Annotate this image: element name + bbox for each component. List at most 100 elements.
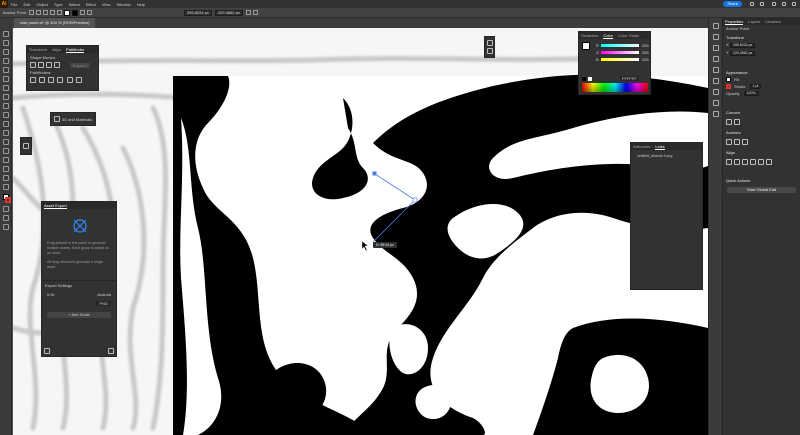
anchor-point[interactable] <box>372 171 377 176</box>
channel-b-value[interactable]: 255 <box>642 57 652 62</box>
menu-view[interactable]: View <box>99 2 114 7</box>
menu-select[interactable]: Select <box>66 2 83 7</box>
draw-mode-icon[interactable] <box>2 206 9 212</box>
start-global-edit-button[interactable]: Start Global Edit <box>727 187 796 193</box>
tab-swatches[interactable]: Swatches <box>581 33 598 38</box>
menu-object[interactable]: Object <box>33 2 51 7</box>
convert-smooth-icon[interactable] <box>734 119 740 125</box>
exclude-icon[interactable] <box>54 62 60 68</box>
isolate-icon[interactable] <box>245 10 251 15</box>
outline-icon[interactable] <box>66 77 73 83</box>
edit-toolbar-icon[interactable] <box>2 224 9 230</box>
menu-window[interactable]: Window <box>113 2 133 7</box>
align-right-icon[interactable] <box>742 159 748 165</box>
anchor-point[interactable] <box>412 197 418 203</box>
channel-r-value[interactable]: 255 <box>642 43 652 48</box>
align-center-icon[interactable] <box>487 48 493 54</box>
tab-layers[interactable]: Layers <box>748 19 760 24</box>
channel-g-slider[interactable] <box>601 51 639 54</box>
stroke-weight-field[interactable]: 1 pt <box>749 84 762 89</box>
crop-icon[interactable] <box>57 77 64 83</box>
export-settings-icon[interactable] <box>44 348 50 354</box>
arrange-icon[interactable] <box>252 10 258 15</box>
layers-icon[interactable] <box>712 34 719 40</box>
curvature-tool-icon[interactable] <box>2 58 9 64</box>
floating-mini-panel[interactable] <box>484 36 495 58</box>
minus-front-icon[interactable] <box>38 62 44 68</box>
hex-field[interactable]: FFFFFF <box>620 76 639 81</box>
remove-anchor-icon[interactable] <box>49 10 55 15</box>
appearance-stroke-swatch[interactable] <box>726 84 731 89</box>
align-left-icon[interactable] <box>487 40 493 46</box>
properties-icon[interactable] <box>712 23 719 29</box>
workspace-icon[interactable] <box>760 2 764 6</box>
eraser-tool-icon[interactable] <box>2 112 9 118</box>
transparency-icon[interactable] <box>712 111 719 117</box>
gradient-icon[interactable] <box>712 100 719 106</box>
search-icon[interactable] <box>750 2 754 6</box>
expand-button[interactable]: Expand <box>70 62 90 68</box>
tab-artboards[interactable]: Artboards <box>633 144 650 149</box>
minimize-icon[interactable] <box>772 2 776 6</box>
tab-libraries[interactable]: Libraries <box>765 19 780 24</box>
gradient-tool-icon[interactable] <box>2 157 9 163</box>
swatches-icon[interactable] <box>712 56 719 62</box>
menu-help[interactable]: Help <box>134 2 148 7</box>
rectangle-tool-icon[interactable] <box>2 85 9 91</box>
pencil-tool-icon[interactable] <box>2 103 9 109</box>
stroke-icon[interactable] <box>712 89 719 95</box>
document-tab[interactable]: side panel.ai* @ 400 % (RGB/Preview) <box>14 18 96 28</box>
maximize-icon[interactable] <box>782 2 786 6</box>
tab-align[interactable]: Align <box>52 47 61 52</box>
eyedropper-tool-icon[interactable] <box>2 166 9 172</box>
tab-links[interactable]: Links <box>655 144 665 150</box>
close-icon[interactable] <box>792 2 796 6</box>
channel-g-value[interactable]: 255 <box>642 50 652 55</box>
merge-icon[interactable] <box>48 77 55 83</box>
brushes-icon[interactable] <box>712 67 719 73</box>
remove-anchor-icon[interactable] <box>726 139 732 145</box>
export-settings-label[interactable]: Export Settings <box>42 280 116 290</box>
menu-type[interactable]: Type <box>51 2 66 7</box>
stroke-swatch[interactable] <box>71 9 78 16</box>
zoom-tool-icon[interactable] <box>2 184 9 190</box>
add-scale-button[interactable]: + Add Scale <box>47 312 111 318</box>
link-item[interactable]: Untitled_Artwork 9.png <box>631 150 702 162</box>
align-hcenter-icon[interactable] <box>734 159 740 165</box>
scale-value[interactable]: 0.5x <box>47 292 55 297</box>
width-tool-icon[interactable] <box>2 139 9 145</box>
unite-icon[interactable] <box>30 62 36 68</box>
scale-tool-icon[interactable] <box>2 130 9 136</box>
white-swatch[interactable] <box>588 76 592 81</box>
collapsed-panel[interactable] <box>20 137 32 155</box>
color-spectrum[interactable] <box>582 83 648 92</box>
format-select[interactable]: PNG <box>96 301 111 306</box>
menu-file[interactable]: File <box>8 2 20 7</box>
rotate-tool-icon[interactable] <box>2 121 9 127</box>
asset-export-title[interactable]: Asset Export <box>44 203 67 209</box>
minus-back-icon[interactable] <box>75 77 82 83</box>
tab-transform[interactable]: Transform <box>29 47 47 52</box>
tab-color[interactable]: Color <box>603 33 613 39</box>
trim-icon[interactable] <box>39 77 46 83</box>
appearance-fill-swatch[interactable] <box>726 77 731 82</box>
paintbrush-tool-icon[interactable] <box>2 94 9 100</box>
line-tool-icon[interactable] <box>2 76 9 82</box>
tab-properties[interactable]: Properties <box>725 19 744 25</box>
menu-edit[interactable]: Edit <box>20 2 33 7</box>
type-tool-icon[interactable] <box>2 67 9 73</box>
align-vcenter-icon[interactable] <box>758 159 764 165</box>
channel-b-slider[interactable] <box>601 58 639 61</box>
simplify-icon[interactable] <box>742 139 748 145</box>
transform-y-field[interactable]: 229.3862 px <box>730 51 756 56</box>
hand-tool-icon[interactable] <box>2 175 9 181</box>
export-icon[interactable] <box>108 348 114 354</box>
handles-icon[interactable] <box>42 10 48 15</box>
channel-r-slider[interactable] <box>601 44 639 47</box>
libraries-icon[interactable] <box>712 45 719 51</box>
align-icon[interactable] <box>79 10 85 15</box>
opacity-field[interactable]: 100% <box>743 91 759 96</box>
transform-x-field[interactable]: 395.8224 px <box>730 43 756 48</box>
fill-swatch[interactable] <box>63 9 70 16</box>
direct-selection-tool-icon[interactable] <box>2 40 9 46</box>
